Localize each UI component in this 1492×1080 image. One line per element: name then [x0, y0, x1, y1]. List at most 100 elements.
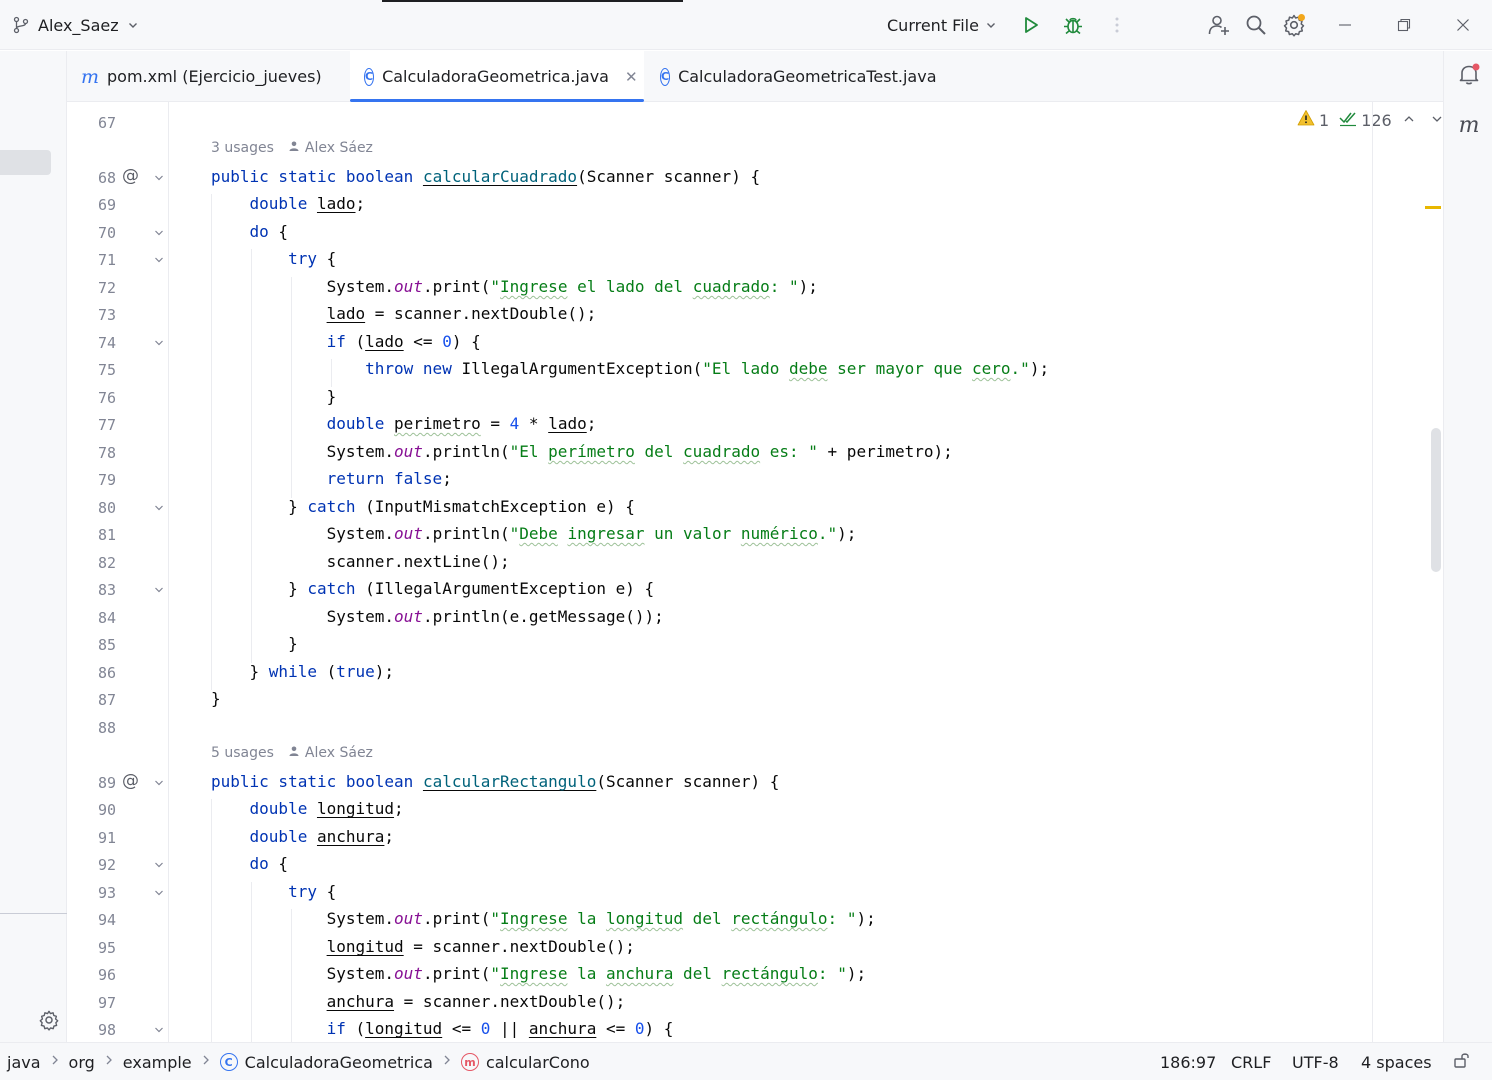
close-tab-icon[interactable]: ✕ — [625, 68, 638, 86]
line-number: 84 — [97, 609, 116, 627]
status-bar: java org example C CalculadoraGeometrica… — [0, 1042, 1492, 1080]
read-only-toggle[interactable] — [1453, 1043, 1471, 1080]
line-number: 98 — [97, 1021, 116, 1039]
bug-icon — [1062, 14, 1084, 36]
tab-label: CalculadoraGeometricaTest.java — [678, 67, 937, 86]
chevron-down-icon[interactable] — [1430, 111, 1443, 130]
tab-calculadora-geometrica[interactable]: C CalculadoraGeometrica.java ✕ — [350, 51, 644, 102]
code-line[interactable]: System.out.println(e.getMessage()); — [211, 607, 664, 627]
code-line[interactable]: throw new IllegalArgumentException("El l… — [211, 359, 1049, 379]
gear-icon — [1282, 13, 1306, 37]
chevron-up-icon[interactable] — [1402, 111, 1416, 130]
encoding-selector[interactable]: UTF-8 — [1292, 1043, 1339, 1080]
person-icon — [288, 140, 300, 156]
code-line[interactable]: System.out.print("Ingrese el lado del cu… — [211, 277, 818, 297]
line-separator-selector[interactable]: CRLF — [1231, 1043, 1271, 1080]
code-line[interactable]: try { — [211, 249, 336, 269]
line-number: 71 — [97, 251, 116, 269]
fold-chevron-icon[interactable] — [153, 337, 165, 349]
fold-chevron-icon[interactable] — [153, 227, 165, 239]
line-number: 85 — [97, 636, 116, 654]
breadcrumb-item-java[interactable]: java — [7, 1053, 41, 1072]
warning-stripe-marker[interactable] — [1425, 206, 1441, 209]
run-configuration-selector[interactable]: Current File — [887, 12, 997, 38]
code-line[interactable]: double lado; — [211, 194, 366, 214]
override-marker-icon[interactable]: @ — [122, 166, 139, 186]
code-with-me-button[interactable] — [1204, 10, 1234, 40]
run-button[interactable] — [1016, 10, 1046, 40]
fold-chevron-icon[interactable] — [153, 172, 165, 184]
line-number: 89 — [97, 774, 116, 792]
indent-selector[interactable]: 4 spaces — [1361, 1043, 1432, 1080]
code-line[interactable]: double longitud; — [211, 799, 404, 819]
fold-chevron-icon[interactable] — [153, 887, 165, 899]
tab-label: pom.xml (Ejercicio_jueves) — [107, 67, 322, 86]
code-line[interactable]: if (longitud <= 0 || anchura <= 0) { — [211, 1019, 674, 1039]
line-number: 87 — [97, 691, 116, 709]
line-number: 73 — [97, 306, 116, 324]
breadcrumb-item-org[interactable]: org — [69, 1053, 95, 1072]
fold-chevron-icon[interactable] — [153, 1024, 165, 1036]
code-line[interactable]: } while (true); — [211, 662, 395, 682]
usages-inlay-hint[interactable]: 5 usages Alex Sáez — [211, 745, 373, 761]
tab-pom-xml[interactable]: m pom.xml (Ejercicio_jueves) — [67, 51, 350, 102]
usages-inlay-hint[interactable]: 3 usages Alex Sáez — [211, 140, 373, 156]
code-line[interactable]: return false; — [211, 469, 452, 489]
usages-count[interactable]: 5 usages — [211, 745, 274, 761]
code-line[interactable]: System.out.println("Debe ingresar un val… — [211, 524, 857, 544]
code-line[interactable]: double anchura; — [211, 827, 395, 847]
override-marker-icon[interactable]: @ — [122, 771, 139, 791]
code-line[interactable]: } — [211, 689, 221, 709]
inspections-widget[interactable]: 1 126 — [1297, 108, 1443, 132]
tab-calculadora-geometrica-test[interactable]: C CalculadoraGeometricaTest.java — [646, 51, 946, 102]
caret-position[interactable]: 186:97 — [1160, 1043, 1216, 1080]
code-line[interactable]: System.out.print("Ingrese la longitud de… — [211, 909, 876, 929]
code-line[interactable]: } — [211, 634, 298, 654]
restore-window-button[interactable] — [1389, 10, 1419, 40]
code-line[interactable]: System.out.println("El perímetro del cua… — [211, 442, 953, 462]
code-line[interactable]: do { — [211, 854, 289, 874]
breadcrumb-item-method[interactable]: m calcularCono — [460, 1053, 590, 1072]
code-line[interactable]: System.out.print("Ingrese la anchura del… — [211, 964, 867, 984]
code-line[interactable]: public static boolean calcularRectangulo… — [211, 772, 779, 792]
more-actions-button[interactable] — [1102, 10, 1132, 40]
strip-settings-button[interactable] — [38, 1009, 60, 1031]
debug-button[interactable] — [1058, 10, 1088, 40]
code-editor[interactable]: 67 68 69 70 71 72 73 74 75 76 77 78 79 8… — [67, 102, 1443, 1042]
breadcrumb-item-class[interactable]: C CalculadoraGeometrica — [219, 1053, 433, 1072]
code-line[interactable]: } catch (InputMismatchException e) { — [211, 497, 635, 517]
close-window-button[interactable] — [1448, 10, 1478, 40]
code-line[interactable]: if (lado <= 0) { — [211, 332, 481, 352]
line-number: 78 — [97, 444, 116, 462]
code-line[interactable]: longitud = scanner.nextDouble(); — [211, 937, 635, 957]
code-line[interactable]: try { — [211, 882, 336, 902]
code-line[interactable]: public static boolean calcularCuadrado(S… — [211, 167, 760, 187]
code-line[interactable]: lado = scanner.nextDouble(); — [211, 304, 597, 324]
maven-tool-window-button[interactable]: m — [1457, 113, 1481, 138]
title-bar-accent-line — [382, 0, 683, 2]
search-everywhere-button[interactable] — [1241, 10, 1271, 40]
author-hint: Alex Sáez — [288, 140, 373, 156]
warning-count: 1 — [1319, 110, 1330, 130]
breadcrumb-item-example[interactable]: example — [123, 1053, 192, 1072]
fold-chevron-icon[interactable] — [153, 859, 165, 871]
code-line[interactable]: double perimetro = 4 * lado; — [211, 414, 597, 434]
project-tool-window-button[interactable] — [0, 150, 51, 175]
minimize-window-button[interactable] — [1330, 10, 1360, 40]
usages-count[interactable]: 3 usages — [211, 140, 274, 156]
settings-button[interactable] — [1279, 10, 1309, 40]
fold-chevron-icon[interactable] — [153, 254, 165, 266]
vertical-scrollbar-thumb[interactable] — [1431, 428, 1441, 572]
code-line[interactable]: scanner.nextLine(); — [211, 552, 510, 572]
code-line[interactable]: } — [211, 387, 337, 407]
code-line[interactable]: do { — [211, 222, 289, 242]
project-selector[interactable]: Alex_Saez — [8, 12, 143, 38]
code-line[interactable]: } catch (IllegalArgumentException e) { — [211, 579, 654, 599]
code-line[interactable]: anchura = scanner.nextDouble(); — [211, 992, 626, 1012]
fold-chevron-icon[interactable] — [153, 584, 165, 596]
editor-gutter[interactable]: 67 68 69 70 71 72 73 74 75 76 77 78 79 8… — [67, 102, 168, 1042]
indent-guide — [251, 882, 252, 1042]
notifications-button[interactable] — [1457, 63, 1481, 88]
fold-chevron-icon[interactable] — [153, 777, 165, 789]
fold-chevron-icon[interactable] — [153, 502, 165, 514]
